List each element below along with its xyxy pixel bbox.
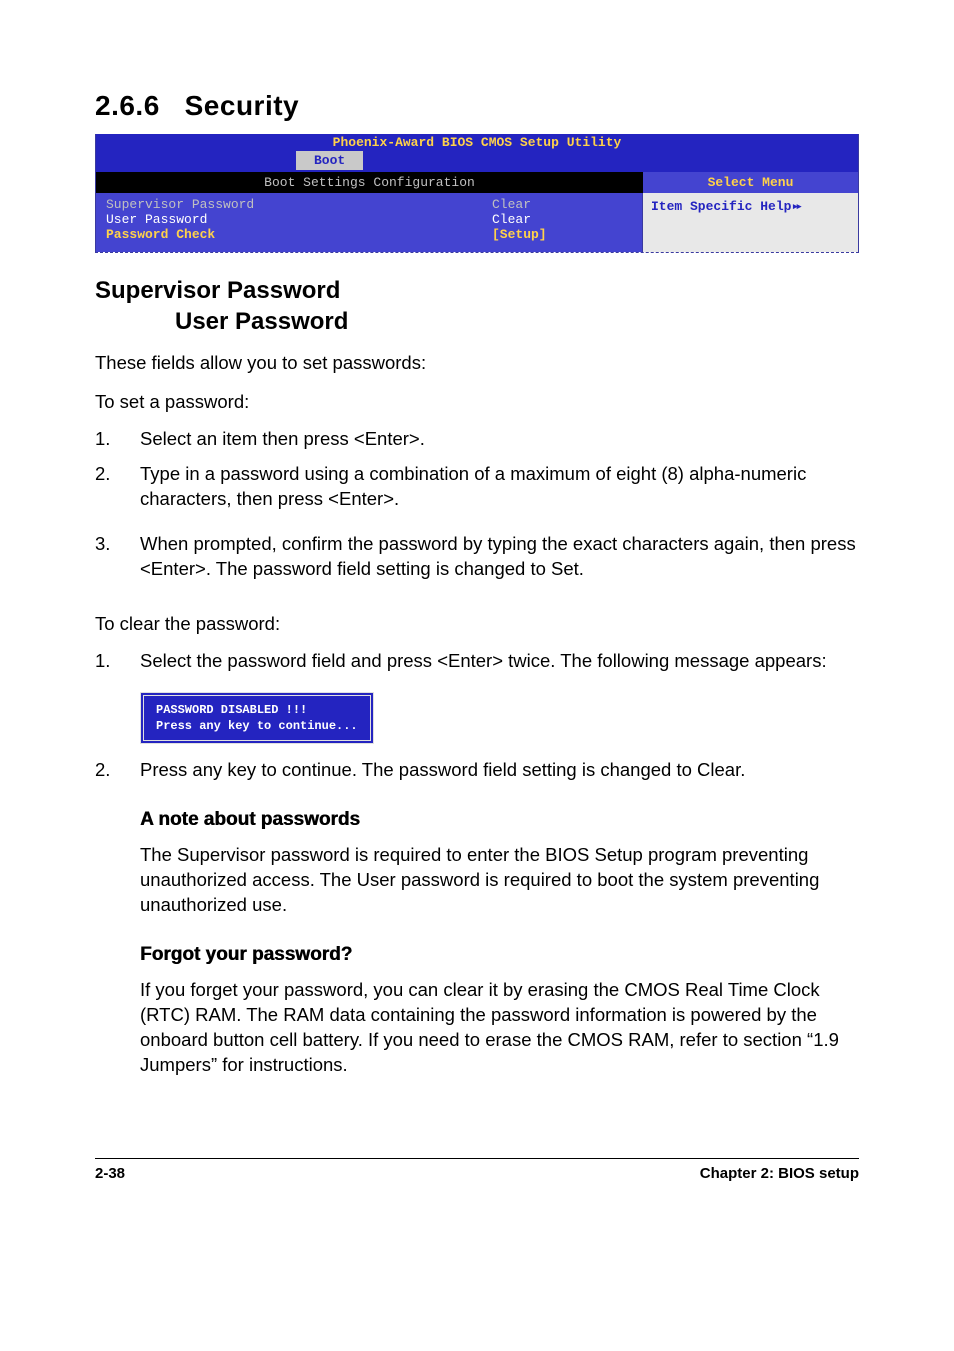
bios-help-panel: Item Specific Help▸▸ [643,193,858,252]
list-text: Select the password field and press <Ent… [140,649,859,674]
list-item: 1.Select the password field and press <E… [95,649,859,674]
bios-row-label: Supervisor Password [106,197,492,212]
set-password-steps: 1.Select an item then press <Enter>. 2.T… [95,427,859,582]
bios-row-user: User Password Clear [106,212,632,227]
clear-password-steps-2: 2.Press any key to continue. The passwor… [95,758,859,783]
forgot-heading: Forgot your password? [140,944,859,966]
footer-page-number: 2-38 [95,1165,125,1182]
note-heading: A note about passwords [140,809,859,831]
right-arrows-icon: ▸▸ [791,199,799,214]
bios-row-value: Clear [492,197,632,212]
subheading-line2: User Password [175,306,859,337]
password-disabled-message-box: PASSWORD DISABLED !!! Press any key to c… [140,692,374,744]
list-item: 3.When prompted, confirm the password by… [95,532,859,582]
list-number: 1. [95,649,140,674]
list-text: When prompted, confirm the password by t… [140,532,859,582]
clear-intro: To clear the password: [95,612,859,637]
list-text: Select an item then press <Enter>. [140,427,859,452]
bios-row-password-check: Password Check [Setup] [106,227,632,242]
bios-row-supervisor: Supervisor Password Clear [106,197,632,212]
clear-password-steps: 1.Select the password field and press <E… [95,649,859,674]
bios-right-subtitle: Select Menu [643,172,858,193]
forgot-body: If you forget your password, you can cle… [140,978,859,1078]
bios-tab-boot: Boot [296,151,363,170]
bios-left-subtitle: Boot Settings Configuration [96,172,643,193]
bios-row-value: Clear [492,212,632,227]
section-heading: 2.6.6 Security [95,90,859,122]
list-number: 1. [95,427,140,452]
note-body: The Supervisor password is required to e… [140,843,859,918]
list-text: Press any key to continue. The password … [140,758,859,783]
list-item: 2.Type in a password using a combination… [95,462,859,512]
subheading-line1: Supervisor Password [95,275,859,306]
list-item: 1.Select an item then press <Enter>. [95,427,859,452]
bios-help-text: Item Specific Help [651,199,791,214]
intro-text-1: These fields allow you to set passwords: [95,351,859,376]
bios-left-panel: Supervisor Password Clear User Password … [96,193,643,252]
bios-utility-title: Phoenix-Award BIOS CMOS Setup Utility [96,134,858,151]
footer-chapter: Chapter 2: BIOS setup [700,1165,859,1182]
section-title: Security [185,90,300,121]
bios-row-label: Password Check [106,227,492,242]
list-text: Type in a password using a combination o… [140,462,859,512]
list-number: 3. [95,532,140,582]
bios-screenshot: Phoenix-Award BIOS CMOS Setup Utility Bo… [95,134,859,253]
bios-row-label: User Password [106,212,492,227]
bios-tab-bar: Boot [96,151,858,172]
list-item: 2.Press any key to continue. The passwor… [95,758,859,783]
subheading-supervisor-password: Supervisor Password User Password [95,275,859,337]
intro-text-2: To set a password: [95,390,859,415]
list-number: 2. [95,462,140,512]
section-number: 2.6.6 [95,90,160,121]
page-footer: 2-38 Chapter 2: BIOS setup [95,1158,859,1182]
bios-row-value: [Setup] [492,227,632,242]
list-number: 2. [95,758,140,783]
